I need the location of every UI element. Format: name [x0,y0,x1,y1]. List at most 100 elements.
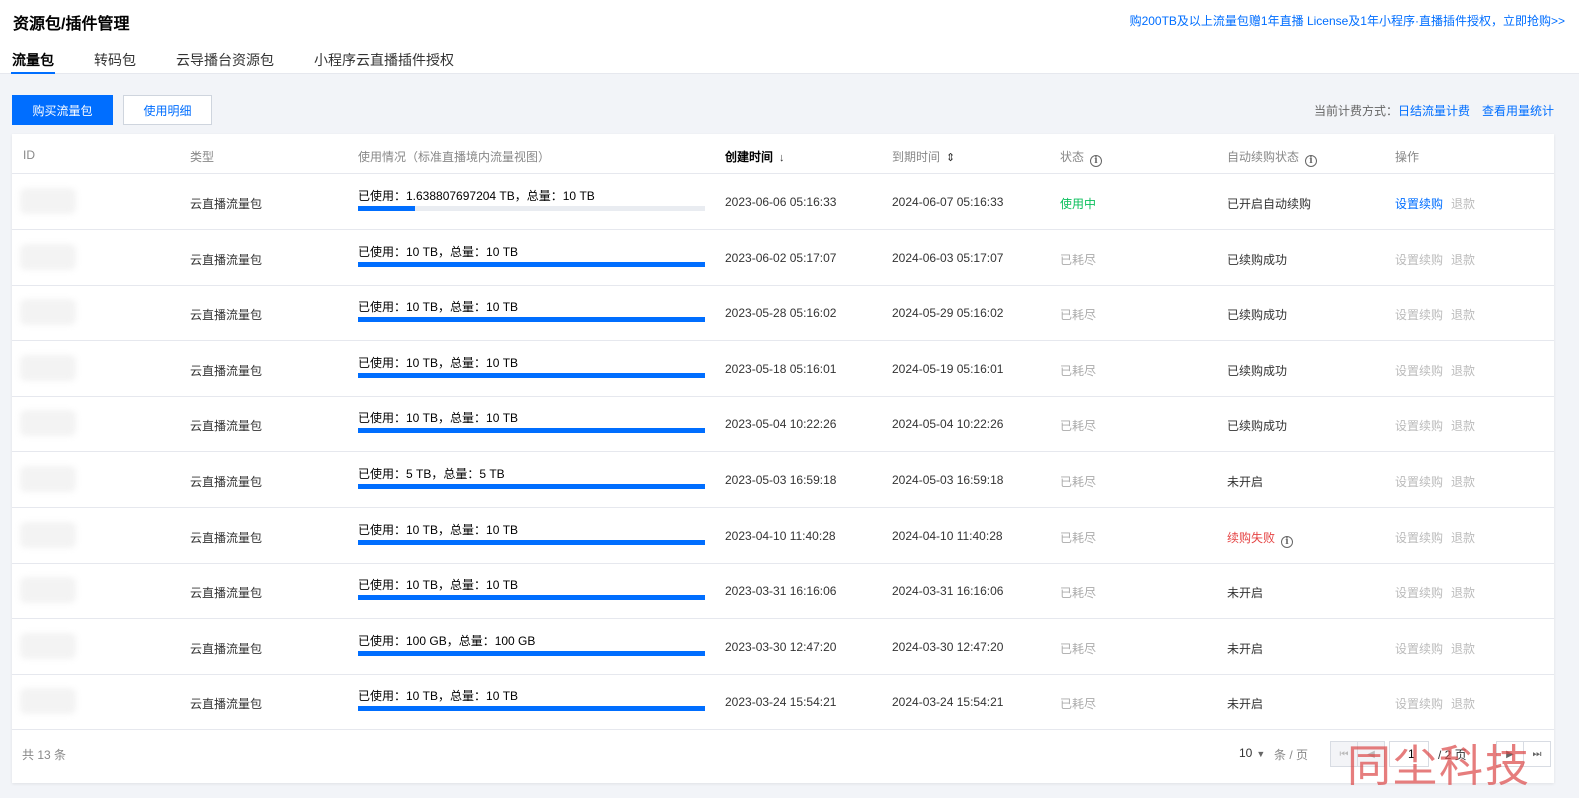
table-header: ID 类型 使用情况（标准直播境内流量视图） 创建时间 ↓ 到期时间 ⇕ 状态 i 自… [12,134,1554,174]
table-row: 云直播流量包 已使用：5 TB，总量：5 TB 2023-05-03 16:59:1… [12,452,1554,508]
created-time: 2023-03-31 16:16:06 [725,584,837,599]
page-number-input[interactable] [1389,741,1429,767]
package-type: 云直播流量包 [190,252,263,267]
set-renew-link: 设置续购 [1395,697,1444,712]
refund-link: 退款 [1451,697,1476,712]
table-row: 云直播流量包 已使用：10 TB，总量：10 TB 2023-05-18 05:16… [12,341,1554,397]
refund-link: 退款 [1451,586,1476,601]
usage-text: 已使用：10 TB，总量：10 TB [358,689,519,704]
column-header-id: ID [23,148,35,162]
usage-progress-bar [358,595,705,601]
table-row: 云直播流量包 已使用：10 TB，总量：10 TB 2023-03-24 15:54… [12,674,1554,731]
table-row: 云直播流量包 已使用：10 TB，总量：10 TB 2023-05-28 05:16… [12,285,1554,342]
tab-item[interactable]: 云导播台资源包 [176,50,274,74]
tab-item[interactable]: 流量包 [11,50,55,74]
next-page-icon[interactable]: ▶ [1496,741,1524,767]
expire-time: 2024-05-29 05:16:02 [892,306,1004,321]
created-time: 2023-06-06 05:16:33 [725,195,837,209]
tab-bar: 流量包 转码包 云导播台资源包 小程序云直播插件授权 [11,50,494,74]
expire-time: 2024-03-24 15:54:21 [892,695,1004,710]
auto-renew-status: 未开启 [1227,586,1264,601]
id-redacted [20,466,76,492]
status-text: 使用中 [1060,197,1097,211]
info-icon[interactable]: i [1281,535,1294,548]
page-size-unit: 条 / 页 [1274,748,1309,762]
status-text: 已耗尽 [1060,641,1097,656]
usage-stats-link[interactable]: 查看用量统计 [1482,104,1554,118]
expire-time: 2024-05-04 10:22:26 [892,417,1004,432]
usage-progress-fill [358,428,705,434]
status-text: 已耗尽 [1060,697,1097,712]
operations: 设置续购 退款 [1395,417,1475,434]
status-text: 已耗尽 [1060,252,1097,267]
expire-time: 2024-05-19 05:16:01 [892,361,1004,376]
package-type: 云直播流量包 [190,697,263,712]
expire-time: 2024-03-30 12:47:20 [892,639,1004,654]
expire-time: 2024-05-03 16:59:18 [892,473,1004,487]
id-redacted [20,299,76,326]
set-renew-link[interactable]: 设置续购 [1395,197,1443,211]
id-redacted [20,243,76,270]
operations: 设置续购 退款 [1395,362,1475,379]
status-text: 已耗尽 [1060,586,1097,601]
info-icon[interactable]: i [1305,155,1318,167]
last-page-icon[interactable]: ⏭ [1523,741,1551,767]
usage-progress-fill [358,484,705,489]
sort-desc-icon[interactable]: ↓ [779,152,785,164]
page-header: 资源包/插件管理 购200TB及以上流量包赠1年直播 License及1年小程序… [0,0,1579,74]
set-renew-link: 设置续购 [1395,586,1444,601]
package-type: 云直播流量包 [190,475,263,489]
package-type: 云直播流量包 [190,641,263,656]
usage-progress-bar [358,706,705,712]
column-header-auto-renew: 自动续购状态 i [1227,148,1318,167]
usage-cell: 已使用：1.638807697204 TB，总量：10 TB [358,189,705,211]
auto-renew-status: 已续购成功 [1227,419,1288,434]
prev-page-icon[interactable]: ◀ [1357,741,1385,767]
operations: 设置续购 退款 [1395,251,1475,268]
usage-progress-bar [358,484,705,489]
first-page-icon[interactable]: ⏮ [1330,741,1358,767]
usage-progress-bar [358,650,705,656]
operations: 设置续购 退款 [1395,640,1475,657]
set-renew-link: 设置续购 [1395,419,1444,434]
created-time: 2023-05-04 10:22:26 [725,417,837,432]
created-time: 2023-05-28 05:16:02 [725,306,837,321]
package-type: 云直播流量包 [190,530,263,545]
usage-text: 已使用：1.638807697204 TB，总量：10 TB [358,189,595,203]
created-time: 2023-03-24 15:54:21 [725,695,837,710]
tab-item[interactable]: 转码包 [94,50,136,74]
billing-method-link[interactable]: 日结流量计费 [1398,104,1470,118]
promo-link[interactable]: 购200TB及以上流量包赠1年直播 License及1年小程序·直播插件授权，立… [1130,12,1565,29]
auto-renew-status: 未开启 [1227,697,1264,712]
operations: 设置续购 退款 [1395,584,1475,601]
sort-icon[interactable]: ⇕ [946,151,955,164]
expire-time: 2024-06-07 05:16:33 [892,195,1004,209]
refund-link: 退款 [1451,197,1476,211]
pagination: 共 13 条 10▼ 条 / 页 ⏮ ◀ / 2 页 ▶ ⏭ [12,731,1554,783]
created-time: 2023-06-02 05:17:07 [725,250,837,265]
usage-cell: 已使用：10 TB，总量：10 TB [358,689,705,712]
tab-item[interactable]: 小程序云直播插件授权 [314,50,454,74]
operations: 设置续购 退款 [1395,529,1475,546]
usage-text: 已使用：100 GB，总量：100 GB [358,633,536,648]
usage-cell: 已使用：10 TB，总量：10 TB [358,578,705,601]
toolbar: 购买流量包 使用明细 当前计费方式：日结流量计费 查看用量统计 [12,95,1554,125]
usage-detail-button[interactable]: 使用明细 [123,95,212,125]
total-count: 共 13 条 [22,748,67,762]
column-header-created[interactable]: 创建时间 ↓ [725,148,785,165]
column-header-expires[interactable]: 到期时间 ⇕ [892,148,955,165]
usage-progress-fill [358,650,705,656]
auto-renew-status: 已续购成功 [1227,252,1288,267]
page-size-select[interactable]: 10 ▼ [1239,746,1265,760]
set-renew-link: 设置续购 [1395,530,1444,545]
package-type: 云直播流量包 [190,419,263,434]
usage-progress-bar [358,206,705,211]
buy-traffic-package-button[interactable]: 购买流量包 [12,95,113,125]
info-icon[interactable]: i [1090,155,1103,167]
column-header-ops: 操作 [1395,150,1420,164]
created-time: 2023-05-18 05:16:01 [725,361,837,376]
refund-link: 退款 [1451,475,1476,489]
usage-progress-fill [358,206,415,211]
usage-text: 已使用：10 TB，总量：10 TB [358,244,519,259]
usage-progress-bar [358,428,705,434]
